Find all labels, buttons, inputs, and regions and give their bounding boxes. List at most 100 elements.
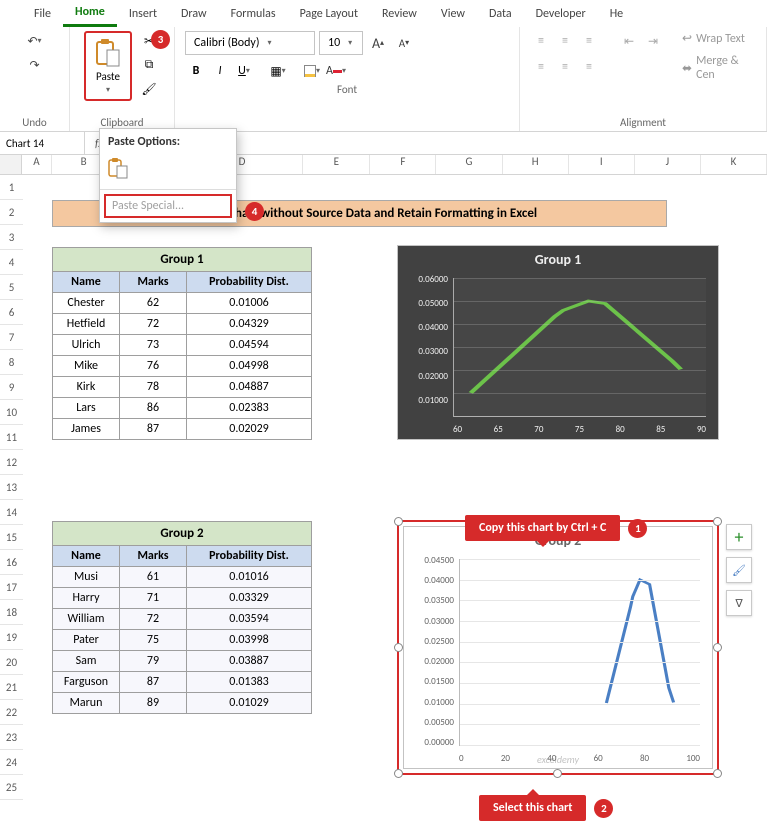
align-left-button[interactable]: ≡ [530,57,552,77]
cell[interactable]: 73 [120,335,187,356]
select-all-corner[interactable] [0,155,22,174]
name-box[interactable]: Chart 14 [0,132,85,154]
paste-special-option[interactable]: Paste Special... [104,194,232,218]
row-22[interactable]: 22 [0,700,23,725]
bold-button[interactable]: B [185,61,207,81]
cell[interactable]: 0.04594 [187,335,312,356]
cell[interactable]: 0.04887 [187,377,312,398]
chart-group2[interactable]: Group 2 0.045000.040000.035000.030000.02… [403,526,713,769]
row-6[interactable]: 6 [0,300,23,325]
col-I[interactable]: I [569,155,635,174]
cell[interactable]: Farguson [53,672,120,693]
chart-styles-button[interactable]: 🖌 [726,557,752,583]
col-A[interactable]: A [22,155,51,174]
tab-developer[interactable]: Developer [524,0,598,27]
cell[interactable]: 72 [120,314,187,335]
cell[interactable]: 62 [120,293,187,314]
row-21[interactable]: 21 [0,675,23,700]
fill-color-button[interactable]: ▾ [301,61,323,81]
cell[interactable]: 79 [120,651,187,672]
paste-button[interactable]: Paste ▾ [84,31,132,101]
cell[interactable]: 0.03329 [187,588,312,609]
align-top-button[interactable]: ≡ [530,31,552,51]
undo-button[interactable]: ↶ ▾ [24,31,46,51]
decrease-indent-button[interactable]: ⇤ [618,31,640,51]
cell[interactable]: Chester [53,293,120,314]
cell[interactable]: Kirk [53,377,120,398]
copy-button[interactable]: ⧉ [138,55,160,75]
paste-default-option[interactable] [100,155,236,189]
increase-font-button[interactable]: A▴ [367,33,389,53]
cell[interactable]: 72 [120,609,187,630]
cell[interactable]: James [53,419,120,440]
tab-data[interactable]: Data [477,0,524,27]
row-18[interactable]: 18 [0,600,23,625]
font-color-button[interactable]: A▾ [325,61,347,81]
cell[interactable]: 89 [120,693,187,714]
align-center-button[interactable]: ≡ [554,57,576,77]
row-24[interactable]: 24 [0,750,23,775]
col-E[interactable]: E [303,155,370,174]
row-25[interactable]: 25 [0,775,23,800]
cell[interactable]: 78 [120,377,187,398]
col-G[interactable]: G [436,155,502,174]
cell[interactable]: 0.01006 [187,293,312,314]
cell[interactable]: Harry [53,588,120,609]
row-2[interactable]: 2 [0,200,23,225]
cell[interactable]: Pater [53,630,120,651]
chart-filters-button[interactable]: ∇ [726,590,752,616]
col-J[interactable]: J [635,155,701,174]
cell[interactable]: William [53,609,120,630]
cell[interactable]: 0.01383 [187,672,312,693]
cell[interactable]: 0.01029 [187,693,312,714]
cell[interactable]: 61 [120,567,187,588]
cell[interactable]: Marun [53,693,120,714]
row-15[interactable]: 15 [0,525,23,550]
cell[interactable]: Ulrich [53,335,120,356]
tab-pagelayout[interactable]: Page Layout [288,0,370,27]
row-3[interactable]: 3 [0,225,23,250]
merge-center-button[interactable]: ⬌Merge & Cen [682,54,756,82]
decrease-font-button[interactable]: A▾ [393,33,415,53]
row-17[interactable]: 17 [0,575,23,600]
tab-draw[interactable]: Draw [169,0,219,27]
cell[interactable]: Hetfield [53,314,120,335]
align-bottom-button[interactable]: ≡ [578,31,600,51]
cell[interactable]: 87 [120,672,187,693]
row-12[interactable]: 12 [0,450,23,475]
row-11[interactable]: 11 [0,425,23,450]
row-10[interactable]: 10 [0,400,23,425]
row-19[interactable]: 19 [0,625,23,650]
cell[interactable]: Lars [53,398,120,419]
font-size-select[interactable]: 10▾ [319,31,363,55]
cell[interactable]: 0.04998 [187,356,312,377]
borders-button[interactable]: ▦▾ [267,61,289,81]
cell[interactable]: Musi [53,567,120,588]
tab-review[interactable]: Review [370,0,429,27]
italic-button[interactable]: I [209,61,231,81]
row-1[interactable]: 1 [0,175,23,200]
tab-view[interactable]: View [429,0,477,27]
row-16[interactable]: 16 [0,550,23,575]
row-5[interactable]: 5 [0,275,23,300]
col-K[interactable]: K [701,155,767,174]
row-7[interactable]: 7 [0,325,23,350]
cell[interactable]: 87 [120,419,187,440]
cell[interactable]: Mike [53,356,120,377]
cell[interactable]: 0.02029 [187,419,312,440]
underline-button[interactable]: U▾ [233,61,255,81]
chart-group2-selection[interactable]: Group 2 0.045000.040000.035000.030000.02… [397,520,719,775]
row-20[interactable]: 20 [0,650,23,675]
chart-group1[interactable]: Group 1 0.060000.050000.040000.030000.02… [397,245,719,440]
row-9[interactable]: 9 [0,375,23,400]
col-H[interactable]: H [503,155,569,174]
row-23[interactable]: 23 [0,725,23,750]
increase-indent-button[interactable]: ⇥ [642,31,664,51]
row-13[interactable]: 13 [0,475,23,500]
tab-home[interactable]: Home [63,0,117,27]
tab-insert[interactable]: Insert [117,0,169,27]
cell[interactable]: 75 [120,630,187,651]
sheet-canvas[interactable]: Copying Chart without Source Data and Re… [23,175,767,805]
format-painter-button[interactable]: 🖌 [138,79,160,99]
cell[interactable]: 0.03594 [187,609,312,630]
